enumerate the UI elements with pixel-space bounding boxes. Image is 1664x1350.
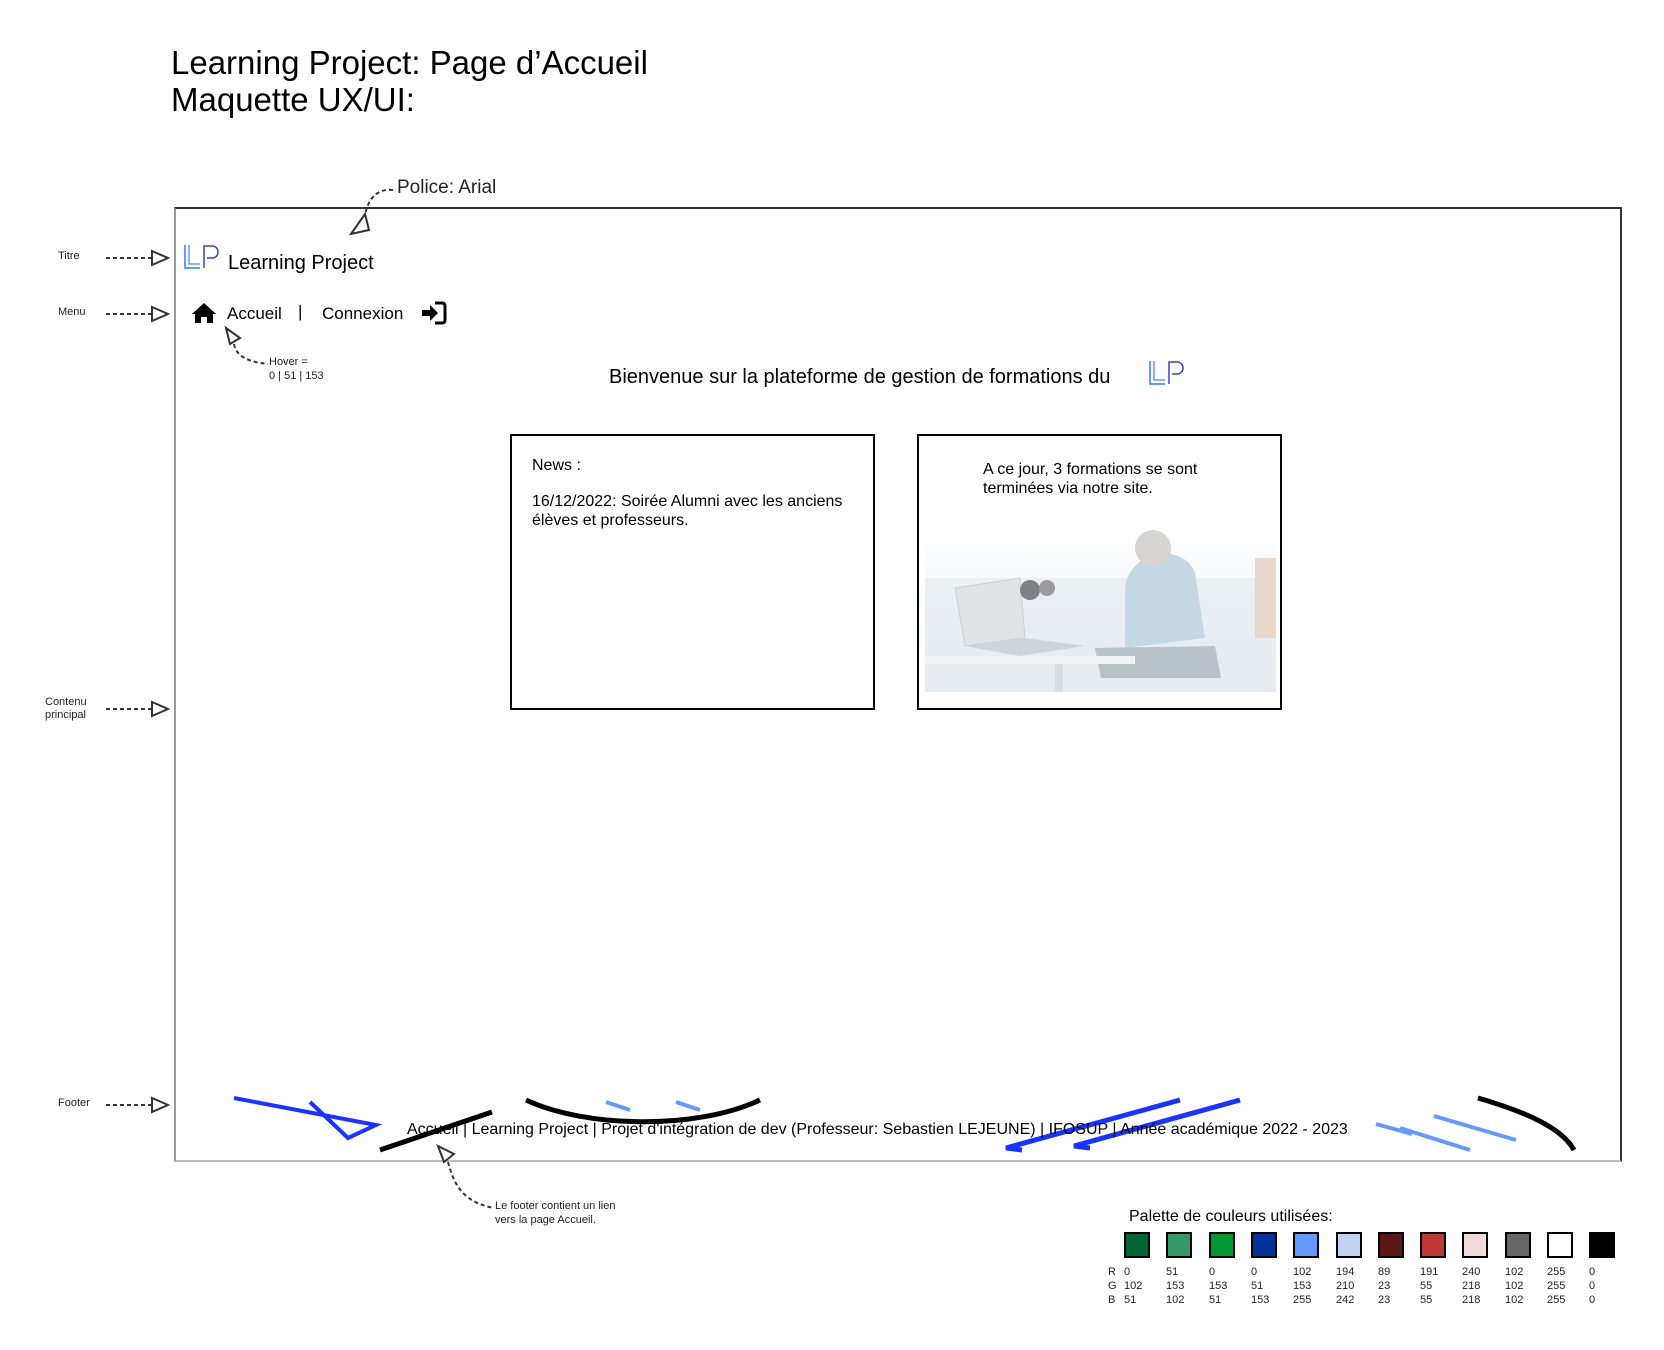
palette-value-g: 153 (1209, 1280, 1228, 1292)
side-label-titre: Titre (58, 250, 80, 262)
palette-value-g: 51 (1251, 1280, 1264, 1292)
palette-value-b: 23 (1378, 1294, 1391, 1306)
palette-value-r: 102 (1293, 1266, 1312, 1278)
palette-value-b: 55 (1420, 1294, 1433, 1306)
palette-swatch (1378, 1232, 1404, 1258)
palette-value-g: 255 (1547, 1280, 1566, 1292)
palette-swatch (1420, 1232, 1446, 1258)
palette-rgb-values: 0 102 51 (1124, 1265, 1142, 1307)
palette-value-g: 218 (1462, 1280, 1481, 1292)
palette-value-r: 0 (1589, 1266, 1596, 1278)
side-label-footer: Footer (58, 1097, 90, 1109)
palette-swatch (1251, 1232, 1277, 1258)
lp-logo-inline-icon (1149, 361, 1184, 385)
palette-value-b: 255 (1293, 1294, 1312, 1306)
palette-value-r: 194 (1336, 1266, 1355, 1278)
menu-item-connexion[interactable]: Connexion (322, 304, 403, 324)
palette-rgb-values: 102 102 102 (1505, 1265, 1523, 1307)
palette-value-g: 0 (1589, 1280, 1596, 1292)
palette-value-r: 102 (1505, 1266, 1524, 1278)
palette-value-b: 102 (1505, 1294, 1524, 1306)
stats-card: A ce jour, 3 formations se sont terminée… (917, 434, 1282, 710)
palette-value-b: 102 (1166, 1294, 1185, 1306)
palette-rgb-values: 191 55 55 (1420, 1265, 1438, 1307)
footer-annotation-arrow-icon (436, 1144, 495, 1209)
palette-swatch (1209, 1232, 1235, 1258)
palette-value-b: 242 (1336, 1294, 1355, 1306)
palette-value-b: 0 (1589, 1294, 1596, 1306)
palette-swatch (1293, 1232, 1319, 1258)
font-annotation: Police: Arial (397, 177, 497, 198)
palette-swatch (1547, 1232, 1573, 1258)
news-card: News : 16/12/2022: Soirée Alumni avec le… (510, 434, 875, 710)
office-photo-image (925, 528, 1276, 692)
side-label-contenu: Contenu principal (45, 696, 87, 721)
palette-value-b: 51 (1124, 1294, 1137, 1306)
palette-rgb-values: 102 153 255 (1293, 1265, 1311, 1307)
palette-value-b: 218 (1462, 1294, 1481, 1306)
menu-item-accueil[interactable]: Accueil (227, 304, 282, 324)
palette-value-b: 51 (1209, 1294, 1222, 1306)
palette-swatch (1505, 1232, 1531, 1258)
palette-value-r: 0 (1124, 1266, 1131, 1278)
palette-value-g: 153 (1166, 1280, 1185, 1292)
side-label-menu: Menu (58, 306, 86, 318)
palette-swatch (1124, 1232, 1150, 1258)
contenu-arrow-icon (106, 700, 171, 718)
palette-value-g: 210 (1336, 1280, 1355, 1292)
document-title-line2: Maquette UX/UI: (171, 81, 415, 118)
palette-row-labels: R G B (1108, 1266, 1117, 1306)
site-title[interactable]: Learning Project (228, 252, 374, 275)
palette-value-r: 191 (1420, 1266, 1439, 1278)
hover-annotation: Hover = 0 | 51 | 153 (269, 356, 324, 382)
palette-swatch (1336, 1232, 1362, 1258)
hover-annotation-arrow-icon (224, 326, 269, 365)
palette-value-r: 89 (1378, 1266, 1391, 1278)
document-title: Learning Project: Page d’Accueil Maquett… (171, 44, 648, 118)
news-heading: News : (532, 457, 581, 474)
stats-text: A ce jour, 3 formations se sont terminée… (983, 461, 1198, 497)
palette-value-r: 0 (1251, 1266, 1258, 1278)
palette-value-b: 255 (1547, 1294, 1566, 1306)
palette-value-g: 102 (1124, 1280, 1143, 1292)
home-icon[interactable] (191, 302, 217, 324)
palette-value-r: 255 (1547, 1266, 1566, 1278)
footer-link-accueil[interactable]: Accueil (407, 1121, 459, 1138)
login-icon[interactable] (421, 301, 447, 325)
palette-swatch (1589, 1232, 1615, 1258)
document-title-line1: Learning Project: Page d’Accueil (171, 44, 648, 81)
menu-separator: | (298, 302, 303, 321)
palette-swatch (1462, 1232, 1488, 1258)
palette-swatch (1166, 1232, 1192, 1258)
palette-value-g: 102 (1505, 1280, 1524, 1292)
news-item: 16/12/2022: Soirée Alumni avec les ancie… (532, 493, 843, 529)
palette-value-r: 0 (1209, 1266, 1216, 1278)
lp-logo-icon[interactable] (182, 244, 220, 270)
footer-info: | Learning Project | Projet d'intégratio… (458, 1121, 1348, 1138)
palette-rgb-values: 51 153 102 (1166, 1265, 1184, 1307)
palette-value-g: 153 (1293, 1280, 1312, 1292)
palette-title: Palette de couleurs utilisées: (1129, 1208, 1333, 1225)
footer: Accueil | Learning Project | Projet d'in… (407, 1121, 1348, 1139)
palette-rgb-values: 194 210 242 (1336, 1265, 1354, 1307)
palette-rgb-values: 255 255 255 (1547, 1265, 1565, 1307)
menu-arrow-icon (106, 305, 171, 323)
palette-rgb-values: 240 218 218 (1462, 1265, 1480, 1307)
palette-value-r: 51 (1166, 1266, 1179, 1278)
palette-rgb-values: 89 23 23 (1378, 1265, 1390, 1307)
palette-rgb-values: 0 153 51 (1209, 1265, 1227, 1307)
palette-value-r: 240 (1462, 1266, 1481, 1278)
palette-rgb-values: 0 0 0 (1589, 1265, 1595, 1307)
palette-value-g: 55 (1420, 1280, 1433, 1292)
welcome-message: Bienvenue sur la plateforme de gestion d… (609, 366, 1111, 388)
footer-annotation: Le footer contient un lien vers la page … (495, 1200, 616, 1226)
palette-value-g: 23 (1378, 1280, 1391, 1292)
footer-arrow-icon (106, 1096, 171, 1114)
titre-arrow-icon (106, 249, 171, 267)
mockup-frame (174, 207, 1622, 1162)
palette-value-b: 153 (1251, 1294, 1270, 1306)
palette-rgb-values: 0 51 153 (1251, 1265, 1269, 1307)
